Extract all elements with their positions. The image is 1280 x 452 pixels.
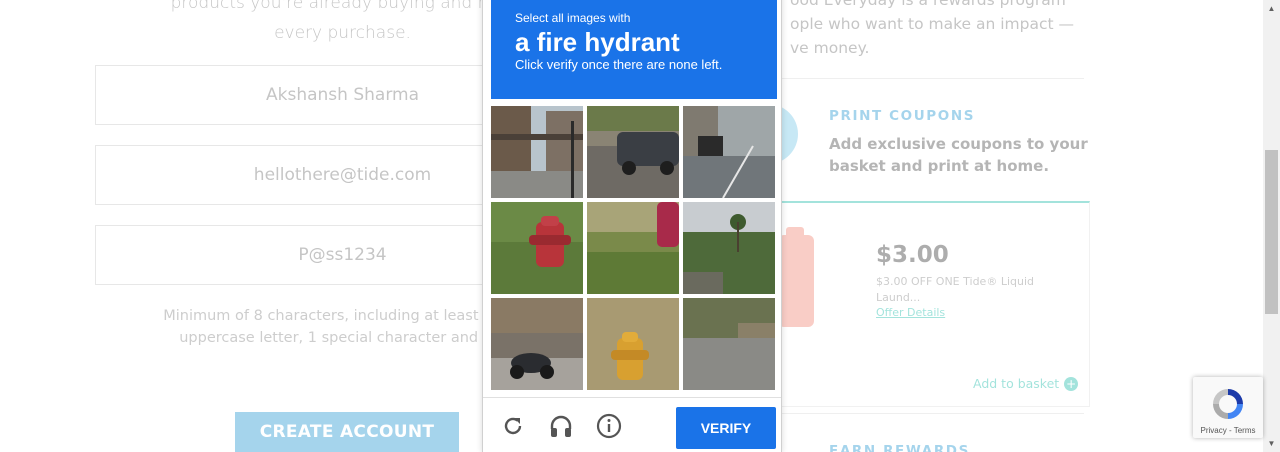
captcha-tile[interactable] [587,106,679,198]
recaptcha-logo-icon [1213,389,1243,419]
captcha-instructions: Select all images with a fire hydrant Cl… [491,0,777,99]
captcha-tile[interactable] [587,202,679,294]
privacy-link[interactable]: Privacy [1201,426,1227,435]
reload-icon [504,417,522,435]
captcha-tile[interactable] [683,202,775,294]
captcha-image-grid [491,106,775,390]
captcha-challenge: Select all images with a fire hydrant Cl… [482,0,782,452]
tile-image [491,298,583,390]
recaptcha-badge[interactable]: Privacy - Terms [1193,377,1263,438]
verify-button[interactable]: VERIFY [676,407,776,449]
tile-image [587,298,679,390]
captcha-tile[interactable] [587,298,679,390]
tile-image [491,202,583,294]
terms-link[interactable]: Terms [1234,426,1256,435]
captcha-tile[interactable] [491,298,583,390]
instruction-text: Select all images with [515,11,631,25]
tile-image [587,106,679,198]
headphones-icon [550,415,572,437]
tile-image [683,106,775,198]
tile-image [491,106,583,198]
instruction-subtext: Click verify once there are none left. [515,57,723,72]
reload-button[interactable] [499,412,527,440]
tile-image [683,298,775,390]
captcha-tile[interactable] [491,202,583,294]
badge-links: Privacy - Terms [1193,426,1263,435]
help-button[interactable] [595,412,623,440]
tile-image [587,202,679,294]
captcha-tile[interactable] [683,106,775,198]
scroll-thumb[interactable] [1265,150,1278,314]
scroll-up-icon[interactable]: ▲ [1263,0,1280,17]
scroll-down-icon[interactable]: ▼ [1263,435,1280,452]
scrollbar[interactable]: ▲ ▼ [1263,0,1280,452]
instruction-target: a fire hydrant [515,27,680,57]
tile-image [683,202,775,294]
footer-divider [483,397,781,398]
audio-challenge-button[interactable] [547,412,575,440]
captcha-tile[interactable] [491,106,583,198]
info-icon [596,413,622,439]
captcha-tile[interactable] [683,298,775,390]
link-separator: - [1226,426,1234,435]
